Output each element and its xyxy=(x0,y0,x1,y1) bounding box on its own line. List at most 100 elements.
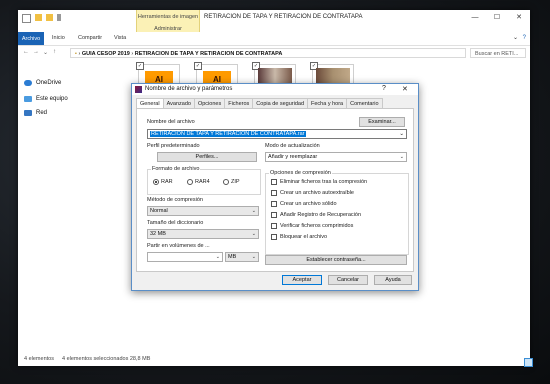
option-verify[interactable]: Verificar ficheros comprimidos xyxy=(271,223,353,229)
format-rar4-radio[interactable]: RAR4 xyxy=(187,179,210,185)
chevron-down-icon: ⌄ xyxy=(399,154,404,160)
large-icons-view-icon[interactable] xyxy=(524,358,533,367)
selected-checkbox-icon[interactable]: ✓ xyxy=(194,62,202,70)
dict-value: 32 MB xyxy=(150,231,166,237)
dialog-tabs: General Avanzado Opciones Ficheros Copia… xyxy=(136,98,383,109)
up-arrow-icon[interactable]: ↑ xyxy=(53,49,56,55)
checkbox-icon xyxy=(271,190,277,196)
split-label: Partir en volúmenes de ... xyxy=(147,243,210,249)
checkbox-icon xyxy=(271,223,277,229)
dict-label: Tamaño del diccionario xyxy=(147,220,204,226)
help-icon[interactable]: ? xyxy=(382,85,386,92)
option-delete-files[interactable]: Eliminar ficheros tras la compresión xyxy=(271,179,367,185)
selected-checkbox-icon[interactable]: ✓ xyxy=(136,62,144,70)
options-list: Eliminar ficheros tras la compresión Cre… xyxy=(265,173,407,253)
chevron-down-icon: ⌄ xyxy=(251,208,256,214)
status-selection: 4 elementos seleccionados 28,8 MB xyxy=(62,356,151,362)
help-button[interactable]: Ayuda xyxy=(374,275,412,285)
tab-compartir[interactable]: Compartir xyxy=(78,35,102,41)
search-input[interactable]: Buscar en RETI... xyxy=(470,48,526,58)
back-arrow-icon[interactable]: ← xyxy=(23,49,29,55)
option-recovery-record[interactable]: Añadir Registro de Recuperación xyxy=(271,212,361,218)
cancel-button[interactable]: Cancelar xyxy=(328,275,368,285)
format-zip-radio[interactable]: ZIP xyxy=(223,179,240,185)
breadcrumb-item[interactable]: RETIRACION DE TAPA Y RETIRACION DE CONTR… xyxy=(135,51,283,57)
format-rar-radio[interactable]: RAR xyxy=(153,179,173,185)
forward-arrow-icon[interactable]: → xyxy=(33,49,39,55)
radio-icon xyxy=(223,179,229,185)
minimize-icon[interactable]: — xyxy=(464,10,486,24)
nav-item-label: OneDrive xyxy=(36,80,62,86)
checkbox-icon xyxy=(271,201,277,207)
nav-item-onedrive[interactable]: OneDrive xyxy=(24,80,61,86)
close-icon[interactable]: ✕ xyxy=(508,10,530,24)
window-title: RETIRACION DE TAPA Y RETIRACION DE CONTR… xyxy=(204,14,363,20)
option-label: Verificar ficheros comprimidos xyxy=(280,223,354,229)
split-unit-select[interactable]: MB ⌄ xyxy=(225,252,259,262)
archive-parameters-dialog: Nombre de archivo y parámetros ? ✕ Gener… xyxy=(131,83,419,291)
address-bar[interactable]: ▪ › GUIA CESOP 2019 › RETIRACION DE TAPA… xyxy=(70,48,466,58)
nav-item-label: Red xyxy=(36,110,48,116)
navigation-pane: OneDrive Este equipo Red xyxy=(18,62,128,352)
help-icon[interactable]: ? xyxy=(523,35,526,41)
option-label: Eliminar ficheros tras la compresión xyxy=(280,179,368,185)
ribbon-help-controls: ⌄ ? xyxy=(513,34,526,41)
option-label: Crear un archivo autoextraíble xyxy=(280,190,354,196)
set-password-button[interactable]: Establecer contraseña... xyxy=(265,255,407,265)
chevron-down-icon[interactable]: ⌄ xyxy=(399,130,404,138)
option-lock[interactable]: Bloquear el archivo xyxy=(271,234,327,240)
context-tab-label: Herramientas de imagen xyxy=(137,14,199,20)
pin-icon[interactable] xyxy=(57,14,61,21)
option-label: Añadir Registro de Recuperación xyxy=(280,212,362,218)
nav-item-red[interactable]: Red xyxy=(24,110,47,116)
ribbon-tabs: Archivo Inicio Compartir Vista ⌄ ? xyxy=(18,32,530,46)
option-label: Bloquear el archivo xyxy=(280,234,328,240)
folder-icon[interactable] xyxy=(46,14,53,21)
tab-archivo[interactable]: Archivo xyxy=(18,32,44,45)
chevron-down-icon[interactable]: ⌄ xyxy=(513,35,518,41)
radio-icon xyxy=(187,179,193,185)
archive-name-label: Nombre del archivo xyxy=(147,119,195,125)
folder-icon[interactable] xyxy=(35,14,42,21)
ok-button[interactable]: Aceptar xyxy=(282,275,322,285)
window-controls: — ☐ ✕ xyxy=(464,10,530,24)
profiles-button[interactable]: Perfiles... xyxy=(157,152,257,162)
method-select[interactable]: Normal ⌄ xyxy=(147,206,259,216)
nav-item-este-equipo[interactable]: Este equipo xyxy=(24,96,68,102)
tab-vista[interactable]: Vista xyxy=(114,35,126,41)
archive-name-input[interactable]: RETIRACION DE TAPA Y RETIRACION DE CONTR… xyxy=(147,129,407,139)
folder-icon: ▪ xyxy=(75,51,77,57)
checkbox-icon xyxy=(271,212,277,218)
checkbox-icon xyxy=(271,179,277,185)
format-label: Formato de archivo xyxy=(151,166,201,172)
close-icon[interactable]: ✕ xyxy=(402,85,408,93)
breadcrumb-item[interactable]: GUIA CESOP 2019 xyxy=(82,51,130,57)
profile-label: Perfil predeterminado xyxy=(147,143,200,149)
chevron-down-icon: ⌄ xyxy=(251,231,256,237)
dict-select[interactable]: 32 MB ⌄ xyxy=(147,229,259,239)
status-item-count: 4 elementos xyxy=(24,356,54,362)
option-solid[interactable]: Crear un archivo sólido xyxy=(271,201,337,207)
split-volume-input[interactable]: ⌄ xyxy=(147,252,223,262)
method-label: Método de compresión xyxy=(147,197,203,203)
option-sfx[interactable]: Crear un archivo autoextraíble xyxy=(271,190,354,196)
status-bar: 4 elementos 4 elementos seleccionados 28… xyxy=(18,354,533,367)
chevron-down-icon: ⌄ xyxy=(251,254,256,260)
address-row: ← → ⌄ ↑ ▪ › GUIA CESOP 2019 › RETIRACION… xyxy=(18,46,530,60)
computer-icon xyxy=(24,96,32,102)
quick-access-toolbar xyxy=(22,14,61,23)
method-value: Normal xyxy=(150,208,168,214)
browse-button[interactable]: Examinar... xyxy=(359,117,405,127)
maximize-icon[interactable]: ☐ xyxy=(486,10,508,24)
tab-inicio[interactable]: Inicio xyxy=(52,35,65,41)
split-unit-value: MB xyxy=(228,254,237,260)
archive-name-value: RETIRACION DE TAPA Y RETIRACION DE CONTR… xyxy=(150,131,306,137)
context-tab-image-tools[interactable]: Herramientas de imagen Administrar xyxy=(136,10,200,32)
update-mode-select[interactable]: Añadir y reemplazar ⌄ xyxy=(265,152,407,162)
nav-item-label: Este equipo xyxy=(36,96,68,102)
general-panel: Nombre del archivo Examinar... RETIRACIO… xyxy=(136,108,414,272)
explorer-titlebar: Herramientas de imagen Administrar RETIR… xyxy=(18,10,530,32)
update-mode-value: Añadir y reemplazar xyxy=(268,154,318,160)
checkbox-icon[interactable] xyxy=(22,14,31,23)
chevron-down-icon[interactable]: ⌄ xyxy=(43,49,48,56)
